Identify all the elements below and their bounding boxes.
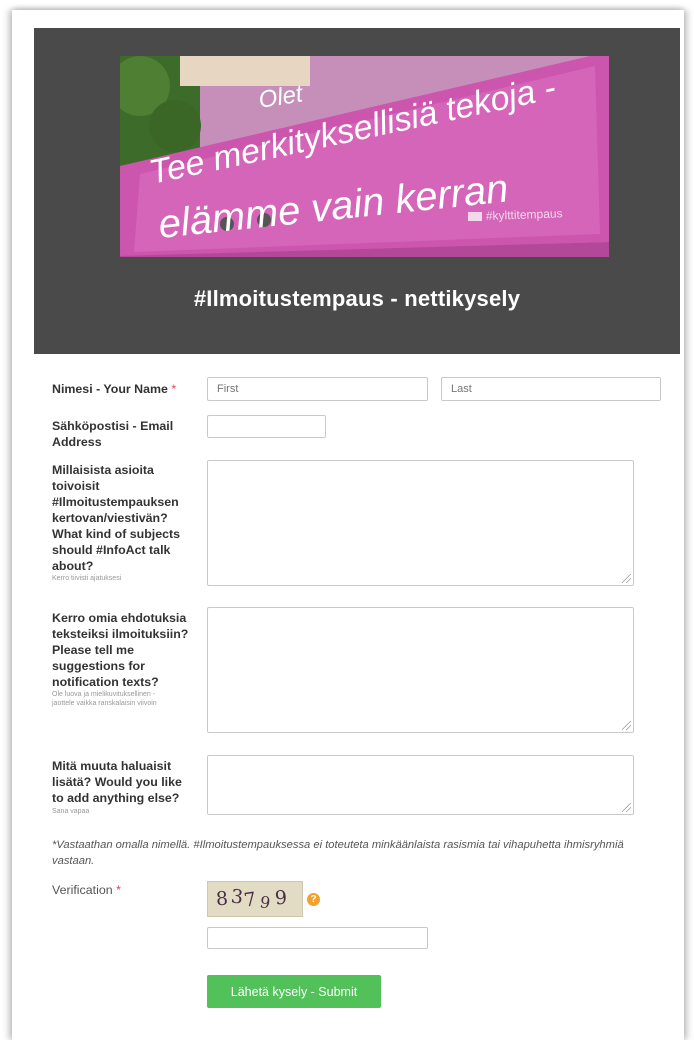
sign-tag: #kylttitempaus	[486, 206, 563, 223]
suggestions-label: Kerro omia ehdotuksia teksteiksi ilmoitu…	[52, 610, 188, 690]
subjects-label-line: Millaisista asioita	[52, 463, 154, 477]
suggestions-label-line: Kerro omia ehdotuksia	[52, 611, 187, 625]
first-name-input[interactable]	[207, 377, 428, 401]
email-label-line: Sähköpostisi - Email	[52, 419, 174, 433]
suggestions-sublabel-line: jaottele vaikka ranskalaisin viivoin	[52, 700, 157, 707]
suggestions-label-line: Please tell me	[52, 643, 134, 657]
verification-required-mark: *	[116, 883, 121, 897]
form-header: Olet Tee merkityksellisiä tekoja - elämm…	[34, 28, 680, 354]
subjects-label-line: kertovan/viestivän?	[52, 511, 168, 525]
email-label-line: Address	[52, 435, 102, 449]
subjects-textarea[interactable]	[207, 460, 634, 586]
captcha-char: 7	[242, 888, 258, 912]
else-label-line: lisätä? Would you like	[52, 775, 182, 789]
suggestions-label-line: suggestions for	[52, 659, 145, 673]
verification-label-text: Verification	[52, 883, 113, 897]
else-label-line: to add anything else?	[52, 791, 180, 805]
name-required-mark: *	[171, 382, 177, 396]
sign-line-1: Olet	[257, 80, 306, 114]
else-sublabel: Sana vapaa	[52, 808, 90, 815]
else-textarea[interactable]	[207, 755, 634, 815]
resize-grip-icon[interactable]	[622, 803, 631, 812]
subjects-label: Millaisista asioita toivoisit #Ilmoitust…	[52, 462, 180, 574]
resize-grip-icon[interactable]	[622, 721, 631, 730]
captcha-char: 9	[258, 892, 272, 913]
subjects-label-line: about?	[52, 559, 94, 573]
subjects-label-line: What kind of subjects	[52, 527, 181, 541]
submit-button[interactable]: Lähetä kysely - Submit	[207, 975, 381, 1008]
subjects-label-line: toivoisit	[52, 479, 100, 493]
suggestions-label-line: teksteiksi ilmoituksiin?	[52, 627, 189, 641]
email-input[interactable]	[207, 415, 326, 438]
captcha-char: 8	[215, 887, 229, 911]
name-label: Nimesi - Your Name *	[52, 381, 176, 397]
else-label: Mitä muuta haluaisit lisätä? Would you l…	[52, 758, 182, 806]
suggestions-label-line: notification texts?	[52, 675, 159, 689]
subjects-label-line: should #InfoAct talk	[52, 543, 171, 557]
captcha-input[interactable]	[207, 927, 428, 949]
name-label-text: Nimesi - Your Name	[52, 382, 168, 396]
suggestions-sublabel: Ole luova ja mielikuvituksellinen - jaot…	[52, 690, 157, 708]
captcha-image: 8 3 7 9 9	[207, 881, 303, 917]
resize-grip-icon[interactable]	[622, 574, 631, 583]
last-name-input[interactable]	[441, 377, 661, 401]
sign-lettering: Olet Tee merkityksellisiä tekoja - elämm…	[146, 68, 563, 246]
form-title: #Ilmoitustempaus - nettikysely	[193, 286, 521, 311]
suggestions-textarea[interactable]	[207, 607, 634, 733]
else-label-line: Mitä muuta haluaisit	[52, 759, 172, 773]
suggestions-sublabel-line: Ole luova ja mielikuvituksellinen -	[52, 691, 156, 698]
captcha-char: 9	[274, 886, 289, 910]
email-label: Sähköpostisi - Email Address	[52, 418, 173, 450]
disclaimer-note: *Vastaathan omalla nimellä. #Ilmoitustem…	[52, 839, 624, 867]
help-icon[interactable]: ?	[307, 893, 320, 906]
verification-label: Verification *	[52, 882, 121, 898]
subjects-label-line: #Ilmoitustempauksen	[52, 495, 179, 509]
subjects-sublabel: Kerro tiivisti ajatuksesi	[52, 575, 122, 582]
banner-image: Olet Tee merkityksellisiä tekoja - elämm…	[120, 56, 609, 257]
